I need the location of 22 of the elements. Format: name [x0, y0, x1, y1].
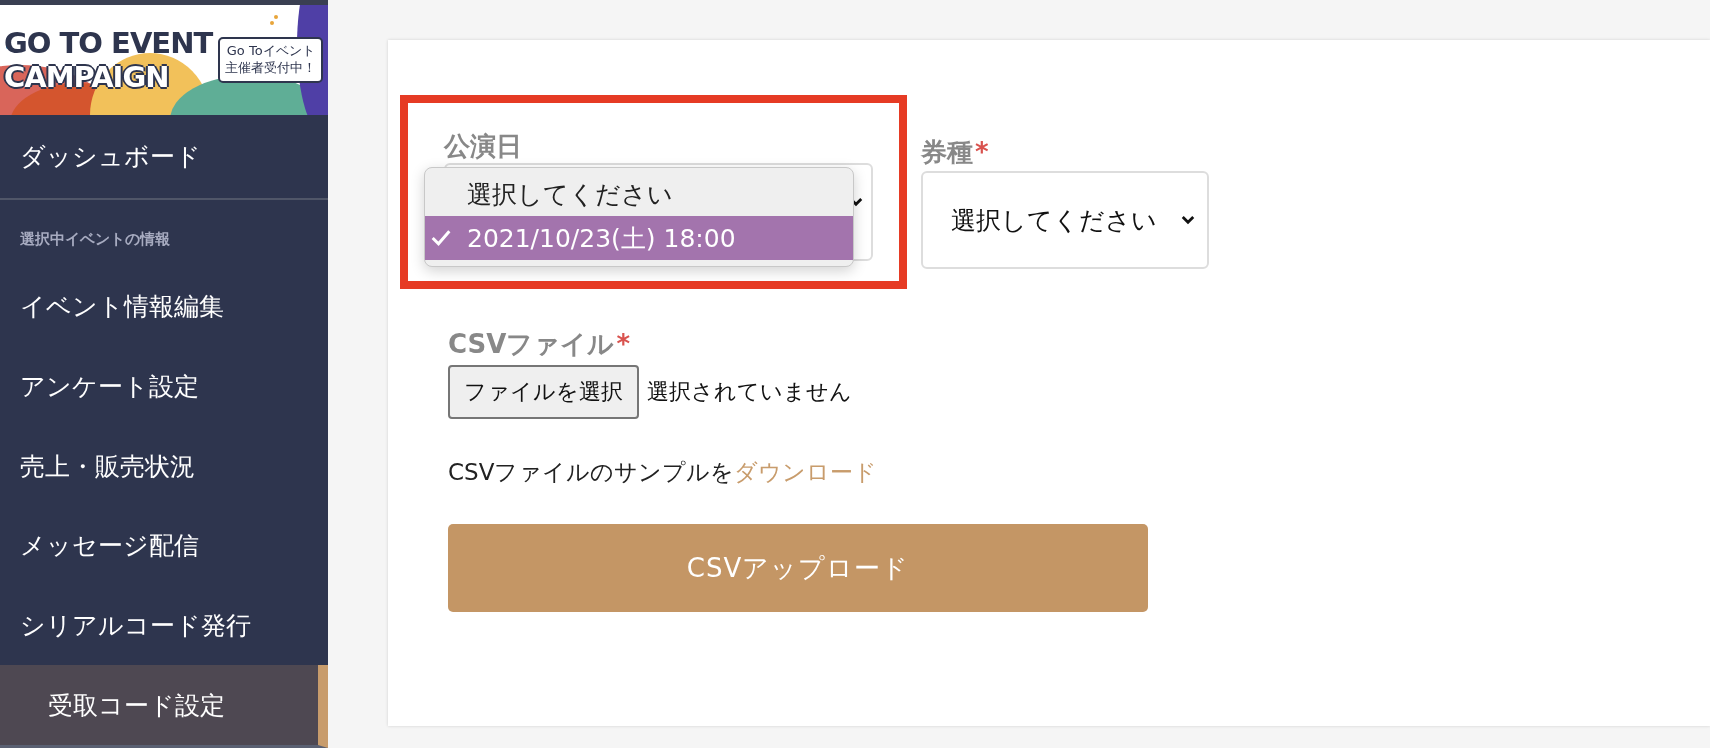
sidebar-item[interactable]: アンケート設定	[0, 346, 328, 427]
sample-text: CSVファイルのサンプルを ダウンロード	[448, 458, 878, 487]
choose-file-button[interactable]: ファイルを選択	[448, 365, 639, 419]
file-status: 選択されていません	[647, 378, 852, 406]
field-label: 券種*	[921, 136, 990, 169]
badge-text: 主催者受付中！	[225, 60, 317, 77]
chevron-icon	[1181, 215, 1195, 225]
sidebar-item[interactable]: メッセージ配信	[0, 505, 328, 586]
check-icon	[431, 229, 451, 247]
sidebar-item[interactable]: イベント情報編集	[0, 266, 328, 347]
field-label: CSVファイル*	[448, 328, 631, 361]
field-label: 公演日	[444, 130, 523, 163]
dropdown-option[interactable]: 2021/10/23(土) 18:00	[425, 216, 853, 260]
section-heading: 選択中イベントの情報	[19, 228, 171, 250]
ticket-select[interactable]: 選択してください	[921, 171, 1209, 269]
sidebar-item[interactable]: ダッシュボード	[0, 115, 328, 200]
badge-text: Go Toイベント	[226, 43, 315, 60]
sidebar-item[interactable]: 売上・販売状況	[0, 426, 328, 506]
dropdown-option[interactable]: 選択してください	[425, 172, 853, 216]
sidebar-item[interactable]: シリアルコード発行	[0, 585, 328, 666]
sidebar-item[interactable]: 受取コード設定	[0, 665, 328, 748]
banner-title: GO TO EVENT	[4, 26, 213, 60]
